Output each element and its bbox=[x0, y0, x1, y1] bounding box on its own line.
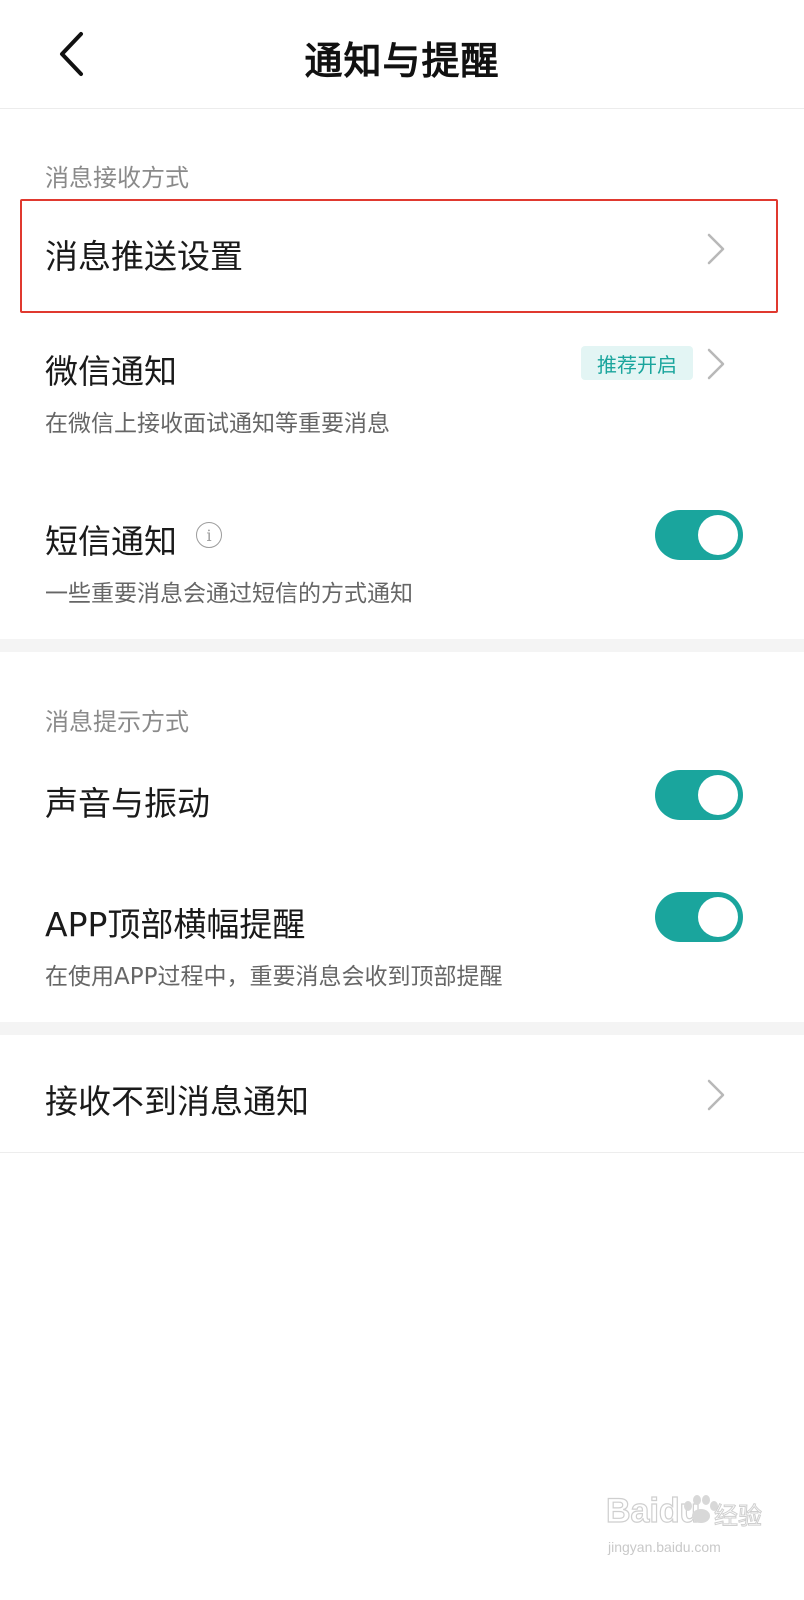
sound-vibration-toggle[interactable] bbox=[655, 770, 743, 820]
baidu-jingyan-watermark: Baidu 经验 jingyan.baidu.com bbox=[606, 1491, 763, 1555]
app-header: 通知与提醒 bbox=[0, 0, 804, 109]
info-icon[interactable]: i bbox=[196, 522, 222, 548]
no-notification-title: 接收不到消息通知 bbox=[45, 1082, 309, 1121]
section-divider bbox=[0, 639, 804, 652]
toggle-knob bbox=[698, 515, 738, 555]
push-settings-title: 消息推送设置 bbox=[45, 237, 243, 276]
banner-alert-toggle[interactable] bbox=[655, 892, 743, 942]
recommend-badge: 推荐开启 bbox=[581, 346, 693, 380]
chevron-right-icon bbox=[707, 233, 725, 265]
wechat-notify-subtitle: 在微信上接收面试通知等重要消息 bbox=[45, 411, 390, 437]
sound-vibration-title: 声音与振动 bbox=[45, 784, 210, 823]
section-label-alert: 消息提示方式 bbox=[45, 708, 189, 736]
chevron-right-icon bbox=[707, 1079, 725, 1111]
sms-notify-title: 短信通知 bbox=[45, 522, 177, 561]
section-label-receive: 消息接收方式 bbox=[45, 164, 189, 192]
toggle-knob bbox=[698, 775, 738, 815]
sms-notify-toggle[interactable] bbox=[655, 510, 743, 560]
sms-notify-subtitle: 一些重要消息会通过短信的方式通知 bbox=[45, 581, 413, 607]
section-divider bbox=[0, 1022, 804, 1035]
svg-text:jingyan.baidu.com: jingyan.baidu.com bbox=[607, 1539, 721, 1555]
toggle-knob bbox=[698, 897, 738, 937]
banner-alert-title: APP顶部横幅提醒 bbox=[45, 905, 306, 944]
svg-text:Baidu: Baidu bbox=[606, 1492, 700, 1530]
chevron-right-icon bbox=[707, 348, 725, 380]
wechat-notify-title: 微信通知 bbox=[45, 352, 177, 391]
svg-text:经验: 经验 bbox=[714, 1502, 762, 1530]
page-title: 通知与提醒 bbox=[304, 39, 500, 83]
banner-alert-subtitle: 在使用APP过程中，重要消息会收到顶部提醒 bbox=[45, 964, 503, 990]
row-divider bbox=[0, 1152, 804, 1153]
